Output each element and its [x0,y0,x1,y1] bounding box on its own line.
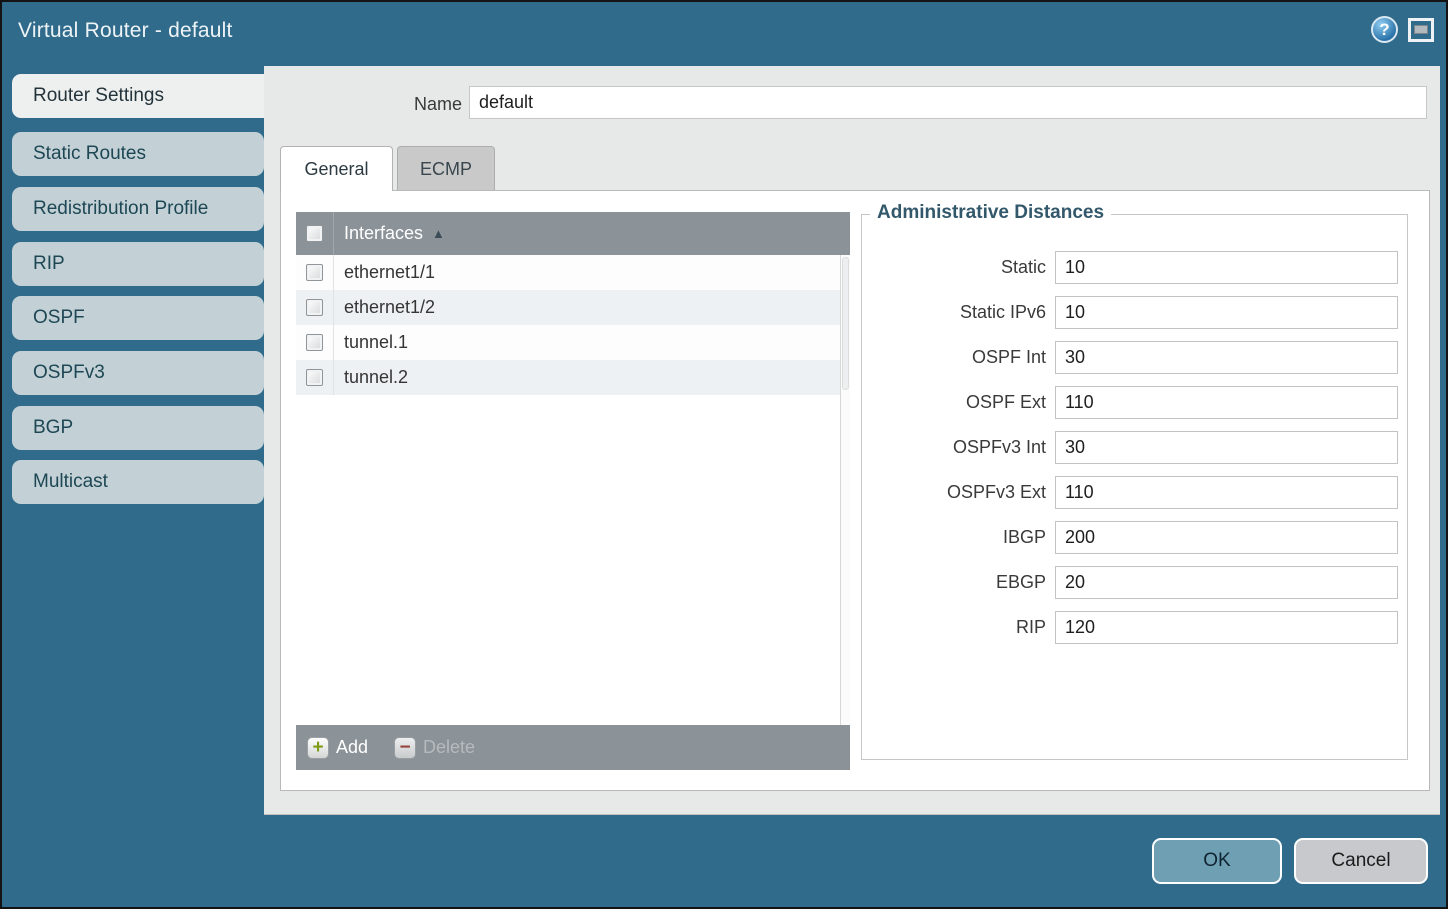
interfaces-rows: ethernet1/1 ethernet1/2 tunnel.1 tunnel.… [296,255,840,395]
table-row[interactable]: ethernet1/1 [296,255,840,290]
row-checkbox[interactable] [306,299,323,316]
select-all-checkbox[interactable] [306,225,323,242]
ospfv3-ext-label: OSPFv3 Ext [947,482,1046,503]
sidebar-item-rip[interactable]: RIP [12,242,264,286]
static-ipv6-input[interactable] [1055,296,1398,329]
sort-ascending-icon[interactable]: ▲ [432,226,445,241]
table-row[interactable]: tunnel.2 [296,360,840,395]
tab-general[interactable]: General [280,146,393,191]
virtual-router-dialog: Virtual Router - default ? Router Settin… [0,0,1448,909]
name-label: Name [359,94,462,115]
add-button[interactable]: + Add [307,737,368,759]
general-tab-panel: Interfaces ▲ ethernet1/1 ethernet1/2 tun… [280,190,1430,791]
minus-icon: − [394,737,416,759]
interfaces-table: Interfaces ▲ ethernet1/1 ethernet1/2 tun… [296,212,850,770]
help-icon[interactable]: ? [1371,16,1398,43]
ibgp-label: IBGP [1003,527,1046,548]
table-scrollbar[interactable] [840,255,850,725]
interfaces-table-toolbar: + Add − Delete [296,725,850,770]
rip-label: RIP [1016,617,1046,638]
sidebar-item-bgp[interactable]: BGP [12,406,264,450]
sidebar-item-static-routes[interactable]: Static Routes [12,132,264,176]
sidebar-item-router-settings[interactable]: Router Settings [12,74,264,118]
title-bar: Virtual Router - default ? [2,2,1446,66]
interfaces-column-header[interactable]: Interfaces [334,223,423,244]
ospf-ext-input[interactable] [1055,386,1398,419]
ok-button[interactable]: OK [1152,838,1282,884]
administrative-distances-fieldset: Administrative Distances Static Static I… [861,214,1408,760]
sidebar-item-ospfv3[interactable]: OSPFv3 [12,351,264,395]
ibgp-input[interactable] [1055,521,1398,554]
sidebar-item-ospf[interactable]: OSPF [12,296,264,340]
table-scrollbar-thumb[interactable] [842,257,849,390]
ebgp-input[interactable] [1055,566,1398,599]
delete-button-label: Delete [423,737,475,758]
interface-name: ethernet1/2 [334,297,435,318]
table-row[interactable]: tunnel.1 [296,325,840,360]
interface-name: ethernet1/1 [334,262,435,283]
ospfv3-int-input[interactable] [1055,431,1398,464]
row-checkbox[interactable] [306,369,323,386]
sidebar-item-multicast[interactable]: Multicast [12,460,264,504]
ospf-ext-label: OSPF Ext [966,392,1046,413]
ebgp-label: EBGP [996,572,1046,593]
ospfv3-int-label: OSPFv3 Int [953,437,1046,458]
cancel-button[interactable]: Cancel [1294,838,1428,884]
sidebar-item-redistribution-profile[interactable]: Redistribution Profile [12,187,264,231]
administrative-distances-legend: Administrative Distances [870,202,1111,224]
ospf-int-input[interactable] [1055,341,1398,374]
dialog-title: Virtual Router - default [18,19,233,43]
table-row[interactable]: ethernet1/2 [296,290,840,325]
name-input[interactable] [469,86,1427,119]
restore-window-icon[interactable] [1408,18,1434,42]
static-ipv6-label: Static IPv6 [960,302,1046,323]
row-checkbox[interactable] [306,334,323,351]
static-input[interactable] [1055,251,1398,284]
dialog-body: Name General ECMP Interfaces ▲ ethernet1… [264,66,1440,815]
ospf-int-label: OSPF Int [972,347,1046,368]
administrative-distances-fields: Static Static IPv6 OSPF Int OSPF Ext [862,215,1407,644]
static-label: Static [1001,257,1046,278]
delete-button[interactable]: − Delete [394,737,475,759]
ospfv3-ext-input[interactable] [1055,476,1398,509]
restore-window-icon-inner [1414,25,1428,34]
row-checkbox[interactable] [306,264,323,281]
interface-name: tunnel.2 [334,367,408,388]
interfaces-table-header: Interfaces ▲ [296,212,850,255]
rip-input[interactable] [1055,611,1398,644]
tab-ecmp[interactable]: ECMP [397,146,495,190]
plus-icon: + [307,737,329,759]
add-button-label: Add [336,737,368,758]
interface-name: tunnel.1 [334,332,408,353]
